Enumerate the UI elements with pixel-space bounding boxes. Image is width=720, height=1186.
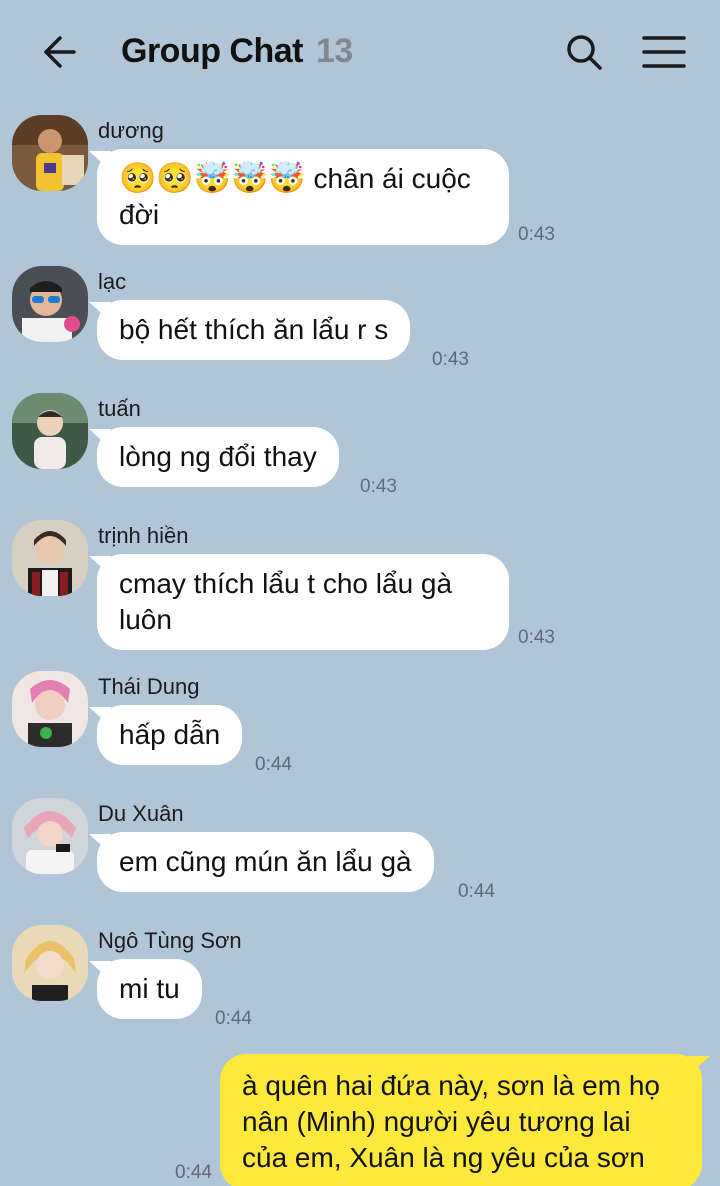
own-message-bubble[interactable]: à quên hai đứa này, sơn là em họ nân (Mi… (220, 1054, 702, 1186)
avatar[interactable] (12, 798, 88, 874)
message-text: bộ hết thích ăn lẩu r s (119, 314, 389, 345)
message-bubble[interactable]: hấp dẫn (97, 705, 243, 765)
chat-title: Group Chat 13 (121, 32, 353, 71)
message-text-line2: đời (119, 199, 160, 230)
message-time: 0:44 (255, 754, 292, 775)
message-bubble[interactable]: cmay thích lẩu t cho lẩu gà luôn (97, 554, 509, 650)
avatar[interactable] (12, 925, 88, 1001)
avatar-image (12, 798, 88, 874)
message-item: tuấn lòng ng đổi thay 0:43 (0, 390, 720, 500)
back-button[interactable] (36, 30, 80, 74)
avatar-image (12, 115, 88, 191)
message-item: dương 🥺🥺🤯🤯🤯 chân ái cuộc đời 0:43 (0, 112, 720, 252)
message-text: mi tu (119, 973, 180, 1004)
message-item: lạc bộ hết thích ăn lẩu r s 0:43 (0, 263, 720, 373)
avatar[interactable] (12, 115, 88, 191)
message-bubble[interactable]: bộ hết thích ăn lẩu r s (97, 300, 411, 360)
avatar[interactable] (12, 671, 88, 747)
message-text: chân ái cuộc (305, 163, 471, 194)
message-bubble[interactable]: mi tu (97, 959, 202, 1019)
avatar-image (12, 266, 88, 342)
menu-button[interactable] (640, 30, 688, 74)
message-text: hấp dẫn (119, 719, 221, 750)
avatar[interactable] (12, 393, 88, 469)
message-time: 0:44 (458, 881, 495, 902)
member-count: 13 (315, 32, 353, 70)
search-button[interactable] (562, 30, 606, 74)
hamburger-menu-icon (642, 36, 686, 68)
message-bubble[interactable]: 🥺🥺🤯🤯🤯 chân ái cuộc đời (97, 149, 509, 245)
chat-header: Group Chat 13 (0, 0, 720, 100)
sender-name: Thái Dung (98, 674, 200, 699)
sender-name: Ngô Tùng Sơn (98, 928, 242, 953)
own-message-item: 0:44 à quên hai đứa này, sơn là em họ nâ… (0, 1052, 720, 1186)
avatar-image (12, 925, 88, 1001)
message-text: à quên hai đứa này, sơn là em họ nân (Mi… (242, 1070, 660, 1173)
message-item: Ngô Tùng Sơn mi tu 0:44 (0, 922, 720, 1032)
chat-title-text: Group Chat (121, 32, 303, 70)
message-item: Thái Dung hấp dẫn 0:44 (0, 668, 720, 778)
message-text: lòng ng đổi thay (119, 441, 317, 472)
sender-name: trịnh hiền (98, 523, 189, 548)
message-emoji: 🥺🥺🤯🤯🤯 (119, 161, 306, 196)
message-time: 0:43 (360, 476, 397, 497)
search-icon (567, 35, 602, 70)
arrow-left-icon (44, 36, 76, 68)
message-bubble[interactable]: em cũng mún ăn lẩu gà (97, 832, 434, 892)
sender-name: tuấn (98, 396, 141, 421)
message-bubble[interactable]: lòng ng đổi thay (97, 427, 339, 487)
message-time: 0:43 (518, 627, 555, 648)
avatar[interactable] (12, 266, 88, 342)
avatar-image (12, 671, 88, 747)
sender-name: Du Xuân (98, 801, 184, 826)
avatar[interactable] (12, 520, 88, 596)
sender-name: lạc (98, 269, 127, 294)
message-item: Du Xuân em cũng mún ăn lẩu gà 0:44 (0, 795, 720, 905)
message-text: cmay thích lẩu t cho lẩu gà (119, 568, 453, 599)
avatar-image (12, 393, 88, 469)
message-item: trịnh hiền cmay thích lẩu t cho lẩu gà l… (0, 517, 720, 657)
message-text-line2: luôn (119, 604, 172, 635)
message-time: 0:44 (215, 1008, 252, 1029)
message-text: em cũng mún ăn lẩu gà (119, 846, 412, 877)
avatar-image (12, 520, 88, 596)
sender-name: dương (98, 118, 164, 143)
message-time: 0:43 (518, 224, 555, 245)
message-time: 0:44 (175, 1162, 212, 1183)
message-time: 0:43 (432, 349, 469, 370)
